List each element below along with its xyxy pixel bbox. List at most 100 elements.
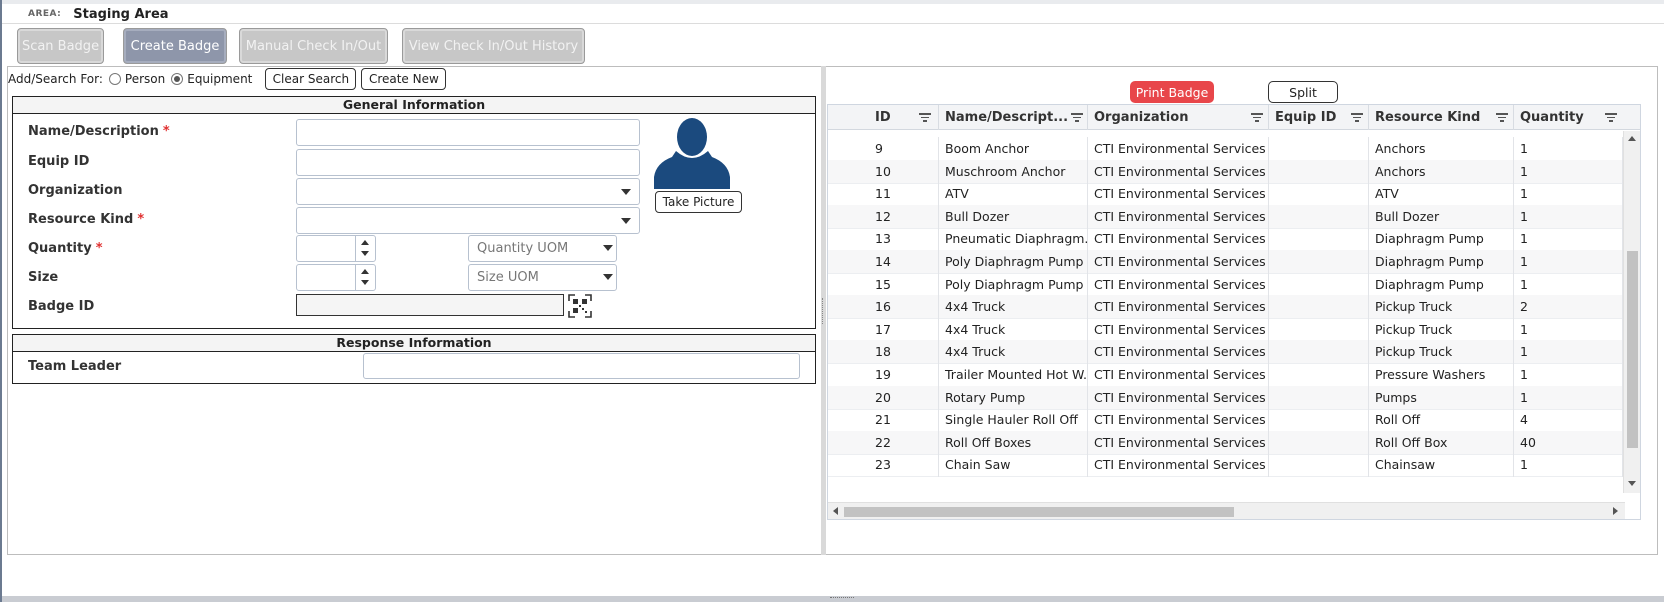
- table-row[interactable]: 10 Muschroom Anchor CTI Environmental Serv…: [828, 159, 1623, 184]
- cell-resource-kind: Pickup Truck: [1369, 295, 1514, 320]
- area-label: AREA:: [28, 9, 62, 19]
- cell-name: ATV: [939, 182, 1088, 207]
- cell-resource-kind: Roll Off Box: [1369, 430, 1514, 455]
- cell-quantity: 40: [1514, 430, 1623, 455]
- tab-view-check-in-out-history[interactable]: View Check In/Out History: [402, 28, 585, 64]
- table-row[interactable]: 14 Poly Diaphragm Pump CTI Environmental S…: [828, 250, 1623, 274]
- tab-manual-check-in-out[interactable]: Manual Check In/Out: [239, 28, 388, 64]
- horizontal-scrollbar[interactable]: [828, 502, 1625, 519]
- column-header-organization[interactable]: Organization: [1088, 105, 1269, 130]
- stepper-arrows[interactable]: [355, 236, 375, 261]
- size-uom-select[interactable]: Size UOM: [468, 264, 617, 291]
- horizontal-scroll-thumb[interactable]: [844, 507, 1234, 517]
- increment-icon[interactable]: [361, 269, 369, 274]
- header-divider: [2, 23, 1664, 24]
- resource-kind-select[interactable]: [296, 207, 640, 234]
- organization-label: Organization: [28, 183, 123, 198]
- bottom-resize-grip[interactable]: [830, 597, 854, 601]
- table-row[interactable]: 16 4x4 Truck CTI Environmental Services Pic…: [828, 295, 1623, 320]
- column-header-resource-kind[interactable]: Resource Kind: [1369, 105, 1514, 130]
- cell-name: 4x4 Truck: [939, 295, 1088, 320]
- cell-equip-id: [1269, 295, 1369, 320]
- cell-organization: CTI Environmental Services: [1088, 317, 1269, 342]
- cell-quantity: 1: [1514, 204, 1623, 229]
- size-label: Size: [28, 270, 59, 285]
- vertical-scrollbar[interactable]: [1623, 131, 1640, 493]
- table-row[interactable]: 11 ATV CTI Environmental Services ATV 1: [828, 182, 1623, 207]
- cell-name: Poly Diaphragm Pump: [939, 272, 1088, 297]
- person-radio-label: Person: [124, 72, 166, 86]
- clear-search-button[interactable]: Clear Search: [265, 68, 357, 90]
- cell-quantity: 1: [1514, 159, 1623, 184]
- table-row[interactable]: 18 4x4 Truck CTI Environmental Services Pic…: [828, 340, 1623, 365]
- search-prefix: Add/Search For:: [8, 72, 103, 86]
- cell-quantity: 2: [1514, 295, 1623, 320]
- vertical-scroll-thumb[interactable]: [1627, 251, 1638, 448]
- cell-quantity: 1: [1514, 363, 1623, 387]
- cell-equip-id: [1269, 363, 1369, 387]
- table-row[interactable]: 20 Rotary Pump CTI Environmental Services P…: [828, 385, 1623, 410]
- scroll-up-icon[interactable]: [1628, 136, 1636, 141]
- cell-equip-id: [1269, 204, 1369, 229]
- cell-name: Roll Off Boxes: [939, 430, 1088, 455]
- print-badge-button[interactable]: Print Badge: [1130, 81, 1214, 103]
- splitter-grip[interactable]: [822, 298, 825, 324]
- quantity-uom-select[interactable]: Quantity UOM: [468, 235, 617, 262]
- equipment-radio[interactable]: [171, 73, 184, 85]
- table-row[interactable]: 21 Single Hauler Roll Off CTI Environmenta…: [828, 408, 1623, 433]
- filter-icon[interactable]: [1251, 113, 1263, 122]
- tab-scan-badge[interactable]: Scan Badge: [17, 28, 104, 64]
- decrement-icon[interactable]: [361, 280, 369, 285]
- organization-select[interactable]: [296, 178, 640, 205]
- equip-id-field[interactable]: [296, 149, 640, 176]
- table-row[interactable]: 23 Chain Saw CTI Environmental Services Cha…: [828, 453, 1623, 478]
- stepper-arrows[interactable]: [355, 265, 375, 290]
- person-radio[interactable]: [108, 73, 121, 85]
- filter-icon[interactable]: [1071, 113, 1083, 122]
- filter-icon[interactable]: [1496, 113, 1508, 122]
- cell-quantity: 1: [1514, 137, 1623, 161]
- tab-create-badge[interactable]: Create Badge: [123, 28, 227, 64]
- table-row[interactable]: 12 Bull Dozer CTI Environmental Services Bu…: [828, 204, 1623, 229]
- scroll-left-icon[interactable]: [833, 507, 838, 515]
- filter-icon[interactable]: [1351, 113, 1363, 122]
- equipment-radio-label: Equipment: [187, 72, 253, 86]
- area-value: Staging Area: [73, 6, 169, 22]
- qr-code-icon[interactable]: [568, 294, 592, 318]
- cell-organization: CTI Environmental Services: [1088, 182, 1269, 207]
- top-strip: [2, 0, 1664, 4]
- table-row[interactable]: 19 Trailer Mounted Hot W... CTI Environmen…: [828, 363, 1623, 387]
- quantity-stepper[interactable]: [296, 235, 376, 262]
- column-header-name[interactable]: Name/Descript...: [939, 105, 1088, 130]
- create-new-button[interactable]: Create New: [361, 68, 447, 90]
- cell-name: Pneumatic Diaphragm...: [939, 227, 1088, 252]
- cell-organization: CTI Environmental Services: [1088, 204, 1269, 229]
- decrement-icon[interactable]: [361, 251, 369, 256]
- cell-name: Trailer Mounted Hot W...: [939, 363, 1088, 387]
- cell-resource-kind: Pickup Truck: [1369, 340, 1514, 365]
- filter-icon[interactable]: [919, 113, 931, 122]
- badge-id-field[interactable]: [296, 294, 564, 316]
- cell-organization: CTI Environmental Services: [1088, 340, 1269, 365]
- column-header-quantity[interactable]: Quantity: [1514, 105, 1640, 130]
- table-row[interactable]: 15 Poly Diaphragm Pump CTI Environmental S…: [828, 272, 1623, 297]
- take-picture-button[interactable]: Take Picture: [655, 191, 742, 213]
- table-row[interactable]: 22 Roll Off Boxes CTI Environmental Servic…: [828, 430, 1623, 455]
- increment-icon[interactable]: [361, 240, 369, 245]
- scroll-down-icon[interactable]: [1628, 481, 1636, 486]
- size-stepper[interactable]: [296, 264, 376, 291]
- cell-equip-id: [1269, 317, 1369, 342]
- table-row[interactable]: 13 Pneumatic Diaphragm... CTI Environmenta…: [828, 227, 1623, 252]
- split-button[interactable]: Split: [1268, 81, 1338, 103]
- team-leader-field[interactable]: [363, 353, 800, 379]
- name-description-field[interactable]: [296, 119, 640, 146]
- table-row[interactable]: 9 Boom Anchor CTI Environmental Services An…: [828, 137, 1623, 161]
- cell-quantity: 1: [1514, 340, 1623, 365]
- table-row[interactable]: 17 4x4 Truck CTI Environmental Services Pic…: [828, 317, 1623, 342]
- cell-resource-kind: ATV: [1369, 182, 1514, 207]
- area-header: AREA: Staging Area: [28, 4, 169, 24]
- scroll-right-icon[interactable]: [1613, 507, 1618, 515]
- general-information-title: General Information: [13, 97, 815, 114]
- filter-icon[interactable]: [1605, 113, 1617, 122]
- cell-resource-kind: Anchors: [1369, 137, 1514, 161]
